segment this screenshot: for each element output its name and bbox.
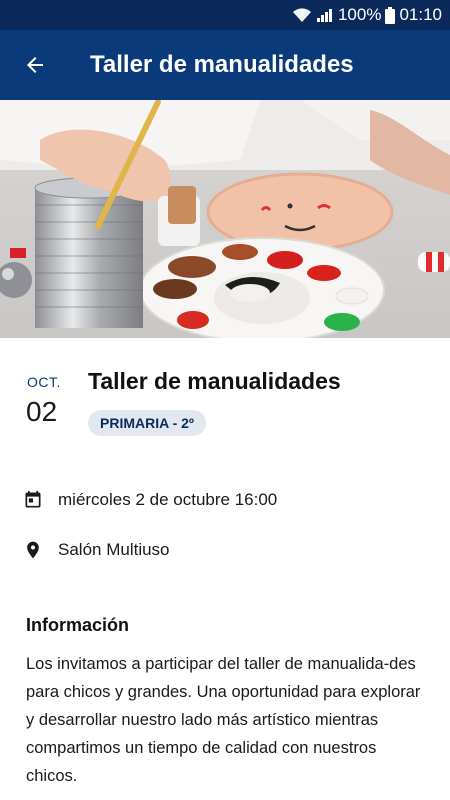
battery-icon [385, 6, 396, 24]
event-datetime-row: miércoles 2 de octubre 16:00 [0, 485, 450, 515]
event-hero-image [0, 100, 450, 338]
event-location-row[interactable]: Salón Multiuso [0, 535, 450, 565]
event-month: OCT. [27, 374, 61, 390]
event-location: Salón Multiuso [58, 540, 170, 559]
calendar-icon [0, 490, 58, 510]
location-pin-icon [0, 540, 58, 560]
status-bar: 100% 01:10 [0, 0, 450, 30]
signal-icon [316, 7, 334, 23]
back-button[interactable] [0, 30, 70, 100]
clock: 01:10 [399, 5, 442, 24]
app-bar: Taller de manualidades [0, 30, 450, 100]
grade-badge: PRIMARIA - 2º [88, 410, 207, 436]
info-body: Los invitamos a participar del taller de… [26, 655, 421, 785]
event-title: Taller de manualidades [88, 368, 341, 394]
battery-percent: 100% [337, 5, 382, 24]
arrow-back-icon [27, 57, 43, 73]
event-header: OCT. 02 Taller de manualidades PRIMARIA … [0, 360, 450, 460]
page-title: Taller de manualidades [90, 51, 354, 78]
event-day: 02 [26, 396, 58, 427]
wifi-icon [292, 7, 312, 23]
info-heading: Información [26, 615, 130, 635]
event-datetime: miércoles 2 de octubre 16:00 [58, 490, 278, 509]
